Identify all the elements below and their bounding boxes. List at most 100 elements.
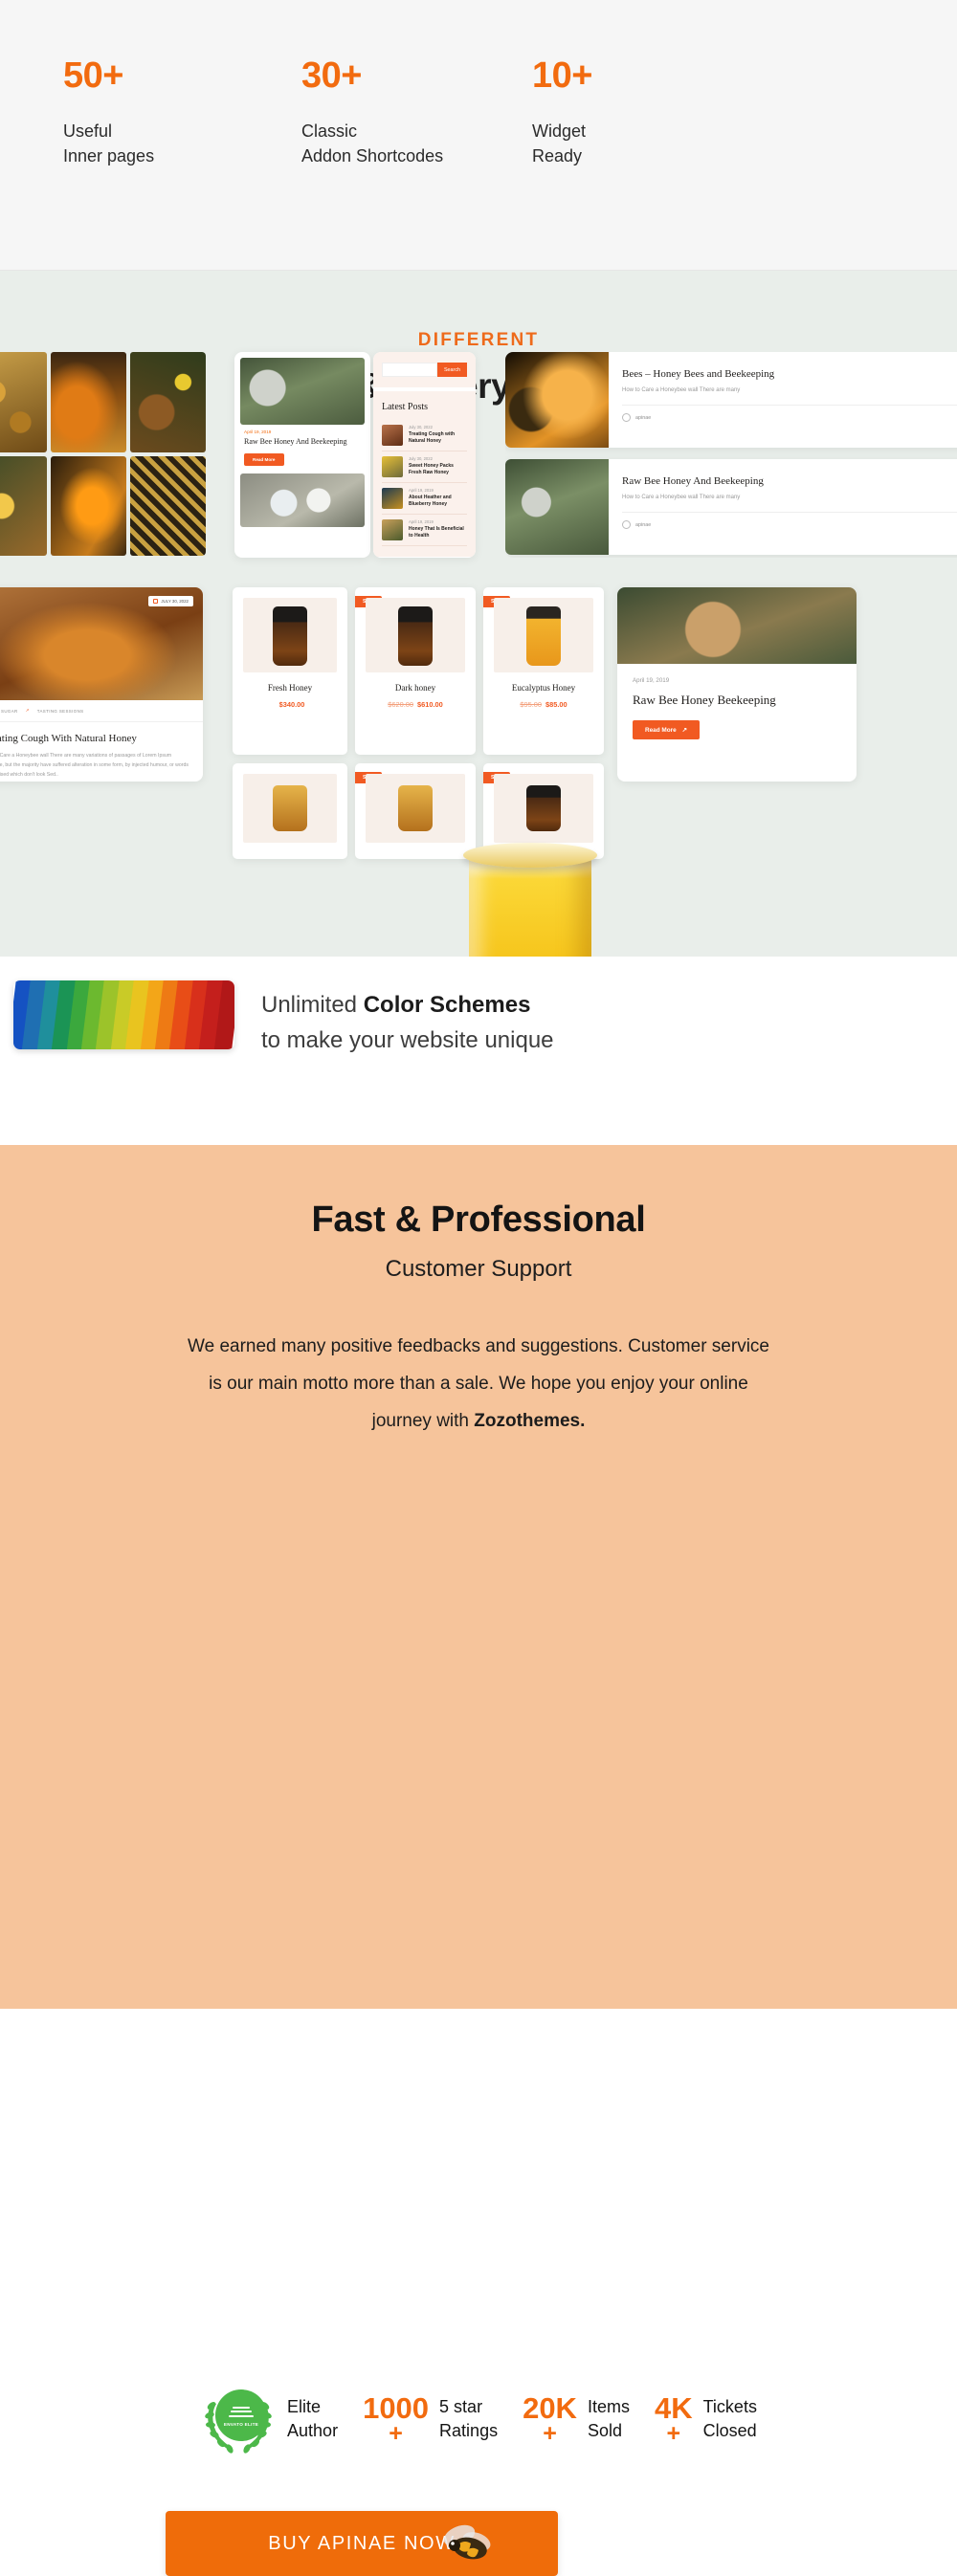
product-price: $340.00 <box>233 700 347 709</box>
stat-plus: + <box>666 2420 681 2448</box>
gallery-photo-grid <box>0 352 206 556</box>
stat-plus: + <box>543 2420 557 2448</box>
stat-ratings: 1000 + 5 star Ratings <box>363 2393 498 2445</box>
gallery-photo <box>0 455 47 556</box>
list-item[interactable]: July 30, 2022 Sweet Honey Packs Fresh Ra… <box>382 451 467 483</box>
product-old-price: $95.00 <box>520 700 542 709</box>
stat-label: Useful Inner pages <box>63 119 154 168</box>
read-more-label: Read More <box>645 726 677 734</box>
gallery-photo <box>130 352 206 452</box>
article-tag[interactable]: ADDED SUGAR <box>0 709 18 714</box>
list-item[interactable]: April 19, 2019 Honey That Is Beneficial … <box>382 515 467 546</box>
elite-author-badge: ENVATO ELITE Elite Author <box>200 2385 338 2454</box>
blog-card-image-secondary <box>240 473 365 527</box>
color-schemes-line1-prefix: Unlimited <box>261 992 364 1018</box>
color-schemes-line2: to make your website unique <box>261 1027 554 1054</box>
blog-card-date: April 19, 2019 <box>244 429 272 434</box>
product-card[interactable]: Sale! <box>355 763 476 859</box>
product-card[interactable]: Sale! Eucalyptus Honey $95.00$85.00 <box>483 587 604 755</box>
stat-label: Tickets Closed <box>703 2395 757 2443</box>
post-thumbnail <box>382 456 403 477</box>
envato-bars-icon <box>229 2404 255 2419</box>
list-row-meta: apinae <box>622 520 957 529</box>
product-card[interactable]: Sale! <box>483 763 604 859</box>
stat-item-classic-addon-shortcodes: 30+ Classic Addon Shortcodes <box>301 57 443 168</box>
post-title: About Heather and Blueberry Honey <box>409 495 452 508</box>
featured-blog-image <box>617 587 857 664</box>
article-tag[interactable]: TASTING SESSIONS <box>37 709 84 714</box>
product-price: $620.00 $610.00 <box>355 700 476 709</box>
stat-label-line1: Items <box>587 2396 630 2416</box>
avatar <box>622 520 631 529</box>
elite-author-line2: Author <box>287 2421 339 2440</box>
stat-item-useful-inner-pages: 50+ Useful Inner pages <box>63 57 154 168</box>
list-row-meta: apinae <box>622 413 957 422</box>
product-current-price: $610.00 <box>417 700 443 709</box>
envato-elite-text: ENVATO ELITE <box>223 2422 259 2427</box>
stat-plus: + <box>389 2420 403 2448</box>
buy-apinae-now-button[interactable]: BUY APINAE NOW <box>166 2511 558 2576</box>
support-body-brand: Zozothemes. <box>474 1410 586 1431</box>
product-image <box>366 774 465 843</box>
list-row-desc: How to Care a Honeybee wall There are ma… <box>622 495 741 500</box>
customer-support-section: Fast & Professional Customer Support We … <box>0 1145 957 2576</box>
stat-items-sold: 20K + Items Sold <box>523 2393 630 2445</box>
table-row[interactable]: Raw Bee Honey And Beekeeping How to Care… <box>505 459 957 555</box>
support-body: We earned many positive feedbacks and su… <box>182 1329 775 1441</box>
stat-tickets-closed: 4K + Tickets Closed <box>655 2393 757 2445</box>
arrow-up-right-icon: ↗ <box>681 727 688 735</box>
support-title: Fast & Professional <box>311 1200 646 1240</box>
read-more-button[interactable]: Read More ↗ <box>633 720 701 740</box>
post-thumbnail <box>382 488 403 509</box>
product-card[interactable]: Sale! Dark honey $620.00$610.00 <box>355 587 476 755</box>
post-date: April 19, 2019 <box>409 519 434 524</box>
post-title: Treating Cough with Natural Honey <box>409 431 456 445</box>
product-card[interactable]: Fresh Honey $340.00 <box>233 587 347 755</box>
list-item[interactable]: July 30, 2022 Treating Cough with Natura… <box>382 420 467 451</box>
avatar <box>622 413 631 422</box>
stat-label: Classic Addon Shortcodes <box>301 119 443 168</box>
post-title: Honey That Is Beneficial to Health <box>409 526 464 539</box>
blog-gallery-section: DIFFERENT Blog & Gallery Variations Apri… <box>0 271 957 957</box>
product-image <box>494 774 593 843</box>
search-input[interactable] <box>382 363 437 377</box>
bee-icon <box>443 2524 491 2560</box>
stat-label-line1: Tickets <box>702 2396 757 2416</box>
list-row-image <box>505 352 609 448</box>
stat-label-line2: Addon Shortcodes <box>301 146 444 166</box>
product-old-price: $620.00 <box>388 700 413 709</box>
featured-blog-card[interactable]: April 19, 2019 Raw Bee Honey Beekeeping … <box>617 587 857 782</box>
stat-label: Items Sold <box>588 2395 630 2443</box>
arrow-icon: ↗ <box>25 708 30 713</box>
product-name: Eucalyptus Honey <box>511 683 576 693</box>
article-title: Treating Cough With Natural Honey <box>0 733 137 744</box>
blog-list-mockup: Bees – Honey Bees and Beekeeping How to … <box>505 352 957 558</box>
article-date: JULY 30, 2022 <box>161 599 189 604</box>
product-price: $95.00 $85.00 <box>483 700 604 709</box>
article-date-badge: JULY 30, 2022 <box>148 596 193 606</box>
color-schemes-text: Unlimited Color Schemes to make your web… <box>261 987 554 1058</box>
table-row[interactable]: Bees – Honey Bees and Beekeeping How to … <box>505 352 957 448</box>
list-item[interactable]: April 19, 2019 About Heather and Blueber… <box>382 483 467 515</box>
post-thumbnail <box>382 519 403 540</box>
gallery-photo <box>51 455 126 556</box>
read-more-button[interactable]: Read More <box>244 452 284 466</box>
gallery-photo <box>130 455 206 556</box>
elite-author-label: Elite Author <box>287 2395 338 2443</box>
list-row-title: Raw Bee Honey And Beekeeping <box>622 475 764 487</box>
stat-number: 30+ <box>301 55 362 96</box>
envato-elite-badge: ENVATO ELITE <box>215 2389 268 2441</box>
stat-label: 5 star Ratings <box>439 2395 498 2443</box>
search-widget: Search <box>373 352 476 387</box>
stat-label-line2: Closed <box>702 2421 757 2440</box>
cta-label: BUY APINAE NOW <box>268 2532 456 2554</box>
stat-label-line2: Sold <box>587 2421 622 2440</box>
post-thumbnail <box>382 425 403 446</box>
stat-label-line1: Useful <box>63 121 113 141</box>
divider <box>622 405 957 406</box>
product-card[interactable] <box>233 763 347 859</box>
stat-label-line2: Inner pages <box>63 146 155 166</box>
search-button[interactable]: Search <box>437 363 467 377</box>
blog-card-mockup[interactable]: April 19, 2019 Raw Bee Honey And Beekeep… <box>234 352 370 558</box>
article-card-mockup[interactable]: JULY 30, 2022 ADDED SUGAR ↗ TASTING SESS… <box>0 587 203 782</box>
